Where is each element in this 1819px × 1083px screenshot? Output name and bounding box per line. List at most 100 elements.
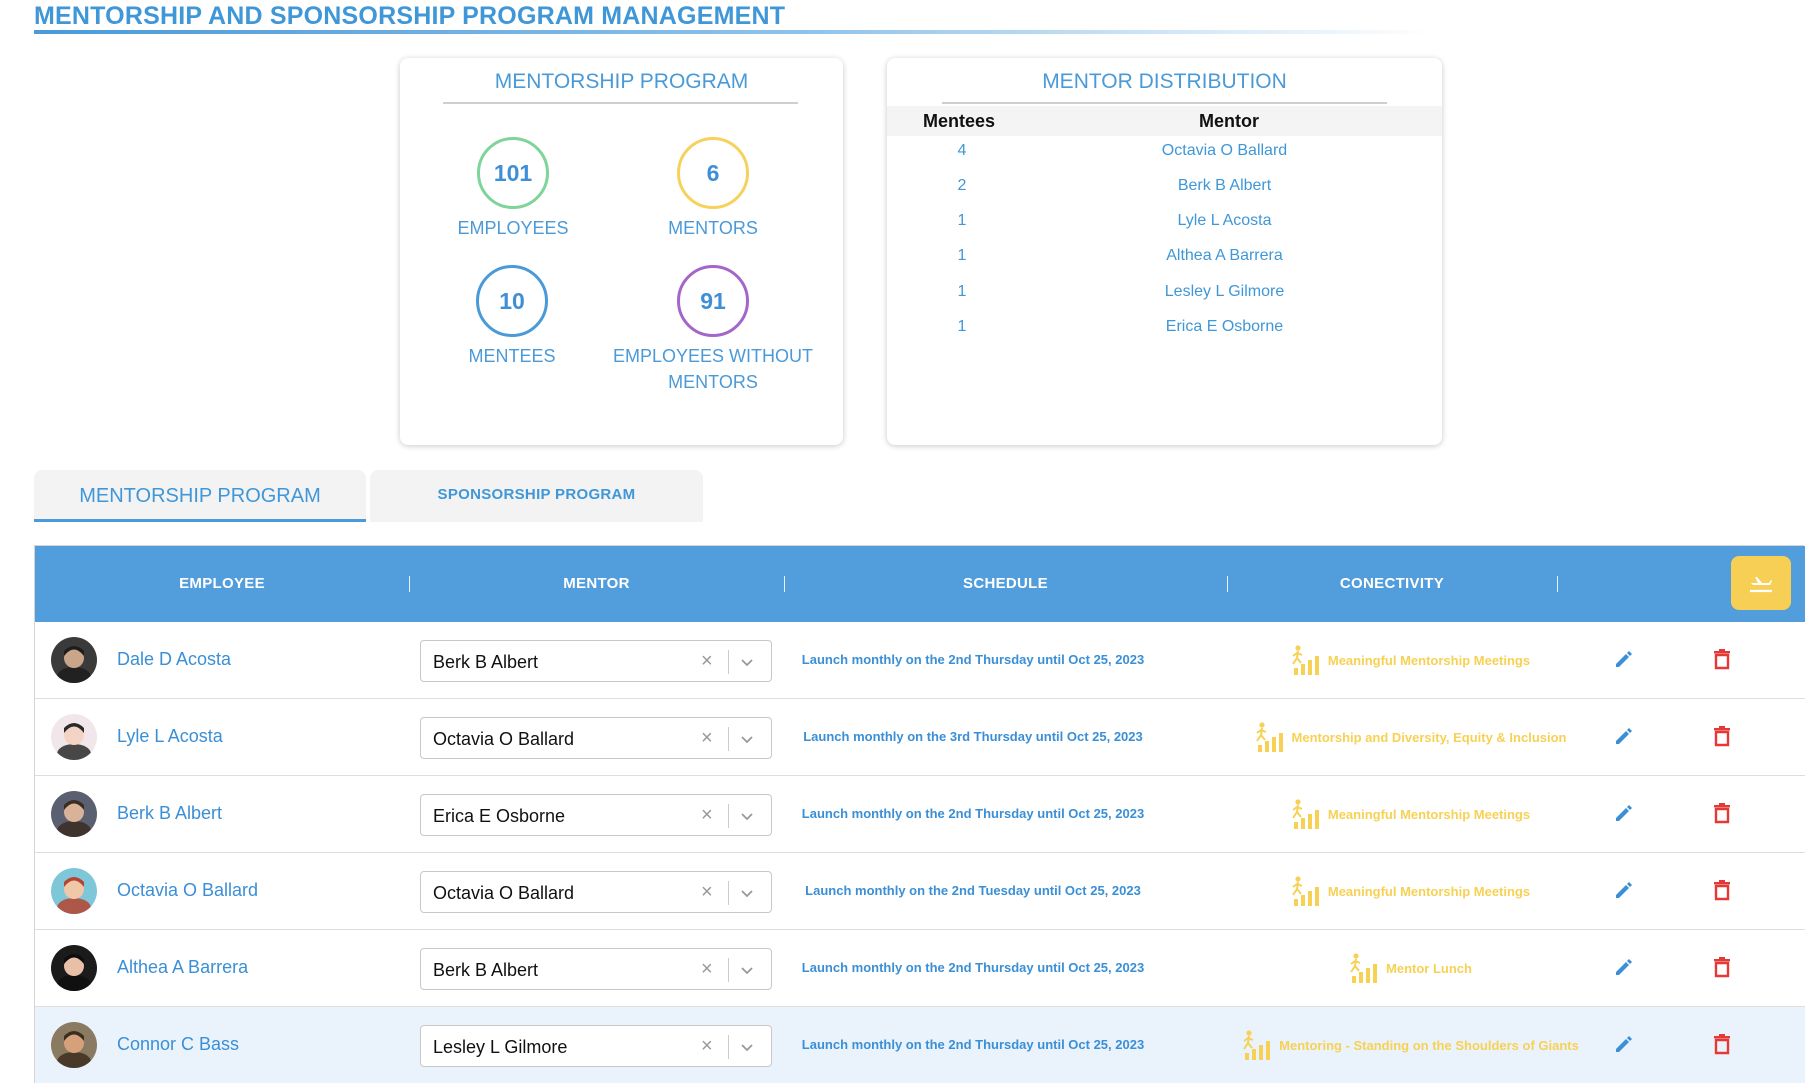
mentor-name: Lesley L Gilmore <box>1164 283 1285 300</box>
close-icon[interactable]: × <box>701 727 713 750</box>
conectivity-label: Meaningful Mentorship Meetings <box>1327 883 1531 899</box>
mentor-select[interactable]: Erica E Osborne × <box>420 794 772 836</box>
chevron-down-icon[interactable] <box>739 885 755 901</box>
chevron-down-icon[interactable] <box>739 808 755 824</box>
mentees-column-header: Mentees <box>923 111 996 131</box>
mentor-distribution-card: MENTOR DISTRIBUTION Mentees Mentor 4 Oct… <box>887 58 1442 445</box>
program-card-title: MENTORSHIP PROGRAM <box>494 70 749 93</box>
schedule-text: Launch monthly on the 2nd Thursday until… <box>801 652 1145 667</box>
conectivity-cell[interactable]: Mentorship and Diversity, Equity & Inclu… <box>1215 717 1605 757</box>
avatar-image <box>51 868 97 914</box>
close-icon[interactable]: × <box>701 881 713 904</box>
avatar <box>51 1022 97 1068</box>
conectivity-cell[interactable]: Mentoring - Standing on the Shoulders of… <box>1215 1025 1605 1065</box>
mentee-count: 1 <box>957 283 967 300</box>
table-row: Lyle L Acosta Octavia O Ballard × Launch… <box>35 699 1805 776</box>
select-separator <box>728 650 729 674</box>
distribution-row: 4 Octavia O Ballard <box>887 137 1442 167</box>
stat-ring: 10 <box>476 265 548 337</box>
close-icon[interactable]: × <box>701 1035 713 1058</box>
mentor-select[interactable]: Berk B Albert × <box>420 948 772 990</box>
stat-ring: 6 <box>677 137 749 209</box>
trash-icon[interactable] <box>1712 725 1732 747</box>
stat-employees-without-mentors: 91 EMPLOYEES WITHOUT MENTORS <box>603 265 823 395</box>
mentor-select[interactable]: Lesley L Gilmore × <box>420 1025 772 1067</box>
mentor-name: Althea A Barrera <box>1166 247 1283 264</box>
trash-icon[interactable] <box>1712 956 1732 978</box>
grid-header: EMPLOYEE MENTOR SCHEDULE CONECTIVITY <box>35 546 1805 622</box>
avatar-image <box>51 1022 97 1068</box>
mentor-select[interactable]: Octavia O Ballard × <box>420 871 772 913</box>
pencil-icon[interactable] <box>1613 879 1635 901</box>
mentee-count: 1 <box>957 212 967 229</box>
pencil-icon[interactable] <box>1613 1033 1635 1055</box>
avatar <box>51 945 97 991</box>
distribution-row: 2 Berk B Albert <box>887 172 1442 202</box>
employee-name-link[interactable]: Lyle L Acosta <box>117 726 223 747</box>
trash-icon[interactable] <box>1712 879 1732 901</box>
chevron-down-icon[interactable] <box>739 654 755 670</box>
mentorship-program-card: MENTORSHIP PROGRAM 101 EMPLOYEES 6 MENTO… <box>400 58 843 445</box>
conectivity-column-header[interactable]: CONECTIVITY <box>1227 546 1557 622</box>
avatar-image <box>51 791 97 837</box>
pencil-icon[interactable] <box>1613 802 1635 824</box>
mentor-select[interactable]: Octavia O Ballard × <box>420 717 772 759</box>
select-separator <box>728 727 729 751</box>
conectivity-label: Meaningful Mentorship Meetings <box>1327 652 1531 668</box>
chevron-down-icon[interactable] <box>739 1039 755 1055</box>
avatar-image <box>51 945 97 991</box>
employee-name-link[interactable]: Althea A Barrera <box>117 957 248 978</box>
export-button[interactable] <box>1731 556 1791 610</box>
mentor-select-value: Octavia O Ballard <box>433 883 575 903</box>
distribution-row: 1 Erica E Osborne <box>887 313 1442 343</box>
mentor-name: Lyle L Acosta <box>1177 212 1272 229</box>
distribution-row: 1 Althea A Barrera <box>887 242 1442 272</box>
avatar <box>51 791 97 837</box>
distribution-table-header: Mentees Mentor <box>887 106 1442 136</box>
chevron-down-icon[interactable] <box>739 962 755 978</box>
conectivity-cell[interactable]: Meaningful Mentorship Meetings <box>1215 871 1605 911</box>
mentee-count: 1 <box>957 318 967 335</box>
chevron-down-icon[interactable] <box>739 731 755 747</box>
avatar-image <box>51 637 97 683</box>
tab-mentorship-program[interactable]: MENTORSHIP PROGRAM <box>34 470 366 522</box>
select-separator <box>728 958 729 982</box>
growth-chart-icon <box>1350 953 1378 983</box>
stat-label: MENTORS <box>668 218 758 238</box>
tab-sponsorship-program[interactable]: SPONSORSHIP PROGRAM <box>370 470 703 522</box>
employee-name-link[interactable]: Berk B Albert <box>117 803 222 824</box>
trash-icon[interactable] <box>1712 802 1732 824</box>
schedule-column-header[interactable]: SCHEDULE <box>784 546 1227 622</box>
avatar-image <box>51 714 97 760</box>
conectivity-cell[interactable]: Meaningful Mentorship Meetings <box>1215 640 1605 680</box>
conectivity-label: Mentoring - Standing on the Shoulders of… <box>1279 1037 1579 1053</box>
table-row: Octavia O Ballard Octavia O Ballard × La… <box>35 853 1805 930</box>
close-icon[interactable]: × <box>701 958 713 981</box>
employee-name-link[interactable]: Connor C Bass <box>117 1034 239 1055</box>
distribution-card-title: MENTOR DISTRIBUTION <box>1042 70 1287 93</box>
mentor-select[interactable]: Berk B Albert × <box>420 640 772 682</box>
employee-column-header[interactable]: EMPLOYEE <box>35 546 409 622</box>
mentor-select-value: Octavia O Ballard <box>433 729 575 749</box>
pencil-icon[interactable] <box>1613 648 1635 670</box>
conectivity-cell[interactable]: Meaningful Mentorship Meetings <box>1215 794 1605 834</box>
pencil-icon[interactable] <box>1613 725 1635 747</box>
conectivity-label: Mentor Lunch <box>1386 960 1472 976</box>
mentor-select-value: Lesley L Gilmore <box>433 1037 568 1057</box>
mentor-column-header[interactable]: MENTOR <box>409 546 784 622</box>
stat-ring: 101 <box>477 137 549 209</box>
distribution-row: 1 Lyle L Acosta <box>887 207 1442 237</box>
close-icon[interactable]: × <box>701 650 713 673</box>
employee-name-link[interactable]: Dale D Acosta <box>117 649 231 670</box>
mentee-count: 4 <box>957 142 967 159</box>
trash-icon[interactable] <box>1712 648 1732 670</box>
mentorship-grid: EMPLOYEE MENTOR SCHEDULE CONECTIVITY Dal… <box>34 545 1805 1083</box>
stat-mentees: 10 MENTEES <box>402 265 622 369</box>
trash-icon[interactable] <box>1712 1033 1732 1055</box>
close-icon[interactable]: × <box>701 804 713 827</box>
pencil-icon[interactable] <box>1613 956 1635 978</box>
employee-name-link[interactable]: Octavia O Ballard <box>117 880 258 901</box>
avatar <box>51 868 97 914</box>
conectivity-cell[interactable]: Mentor Lunch <box>1215 948 1605 988</box>
table-row: Althea A Barrera Berk B Albert × Launch … <box>35 930 1805 1007</box>
